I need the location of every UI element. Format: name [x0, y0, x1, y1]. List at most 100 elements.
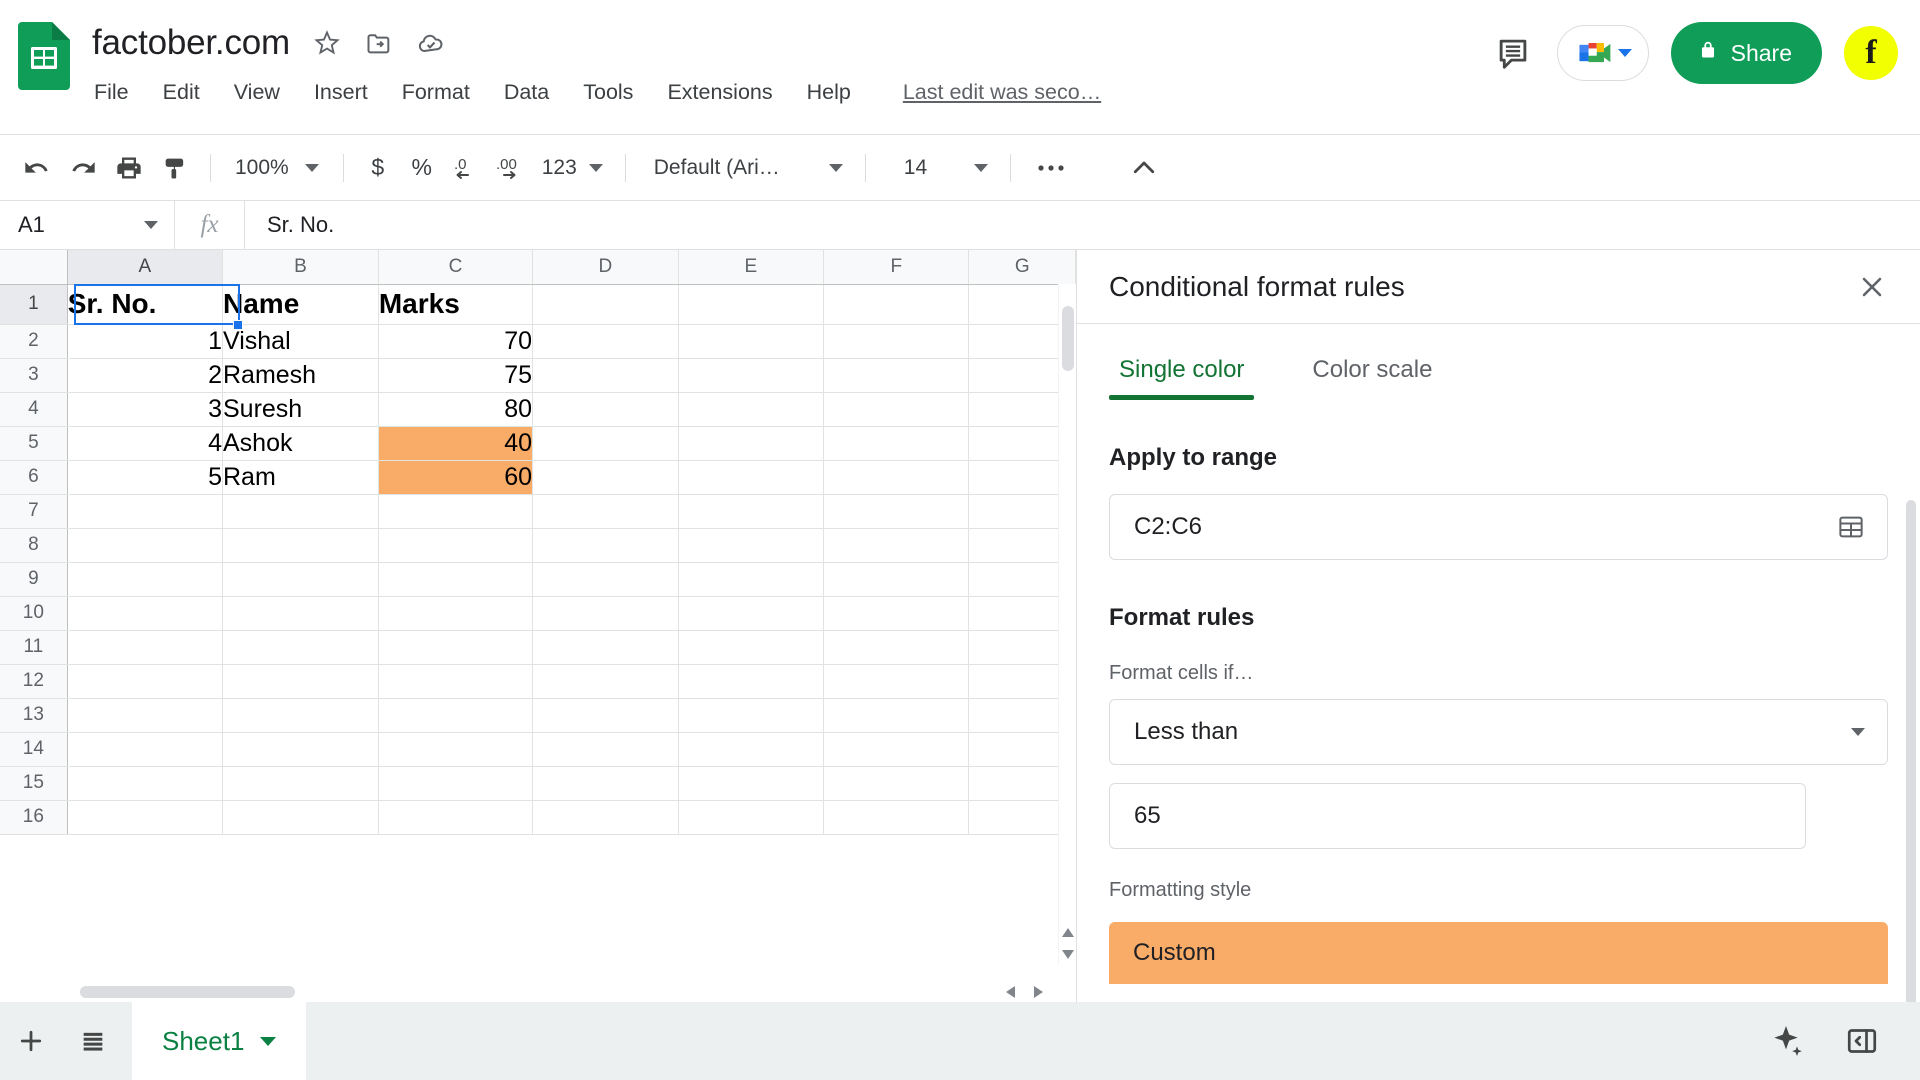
zoom-control[interactable]: 100% [223, 147, 331, 189]
cell-C13[interactable] [378, 698, 534, 733]
cell-B8[interactable] [222, 528, 379, 563]
column-header-c[interactable]: C [378, 250, 534, 285]
cell-E4[interactable] [678, 392, 825, 427]
increase-decimal-button[interactable]: .00 [490, 145, 536, 191]
cell-B7[interactable] [222, 494, 379, 529]
cell-C15[interactable] [378, 766, 534, 801]
cell-C4[interactable]: 80 [378, 392, 534, 427]
cell-B10[interactable] [222, 596, 379, 631]
cell-C7[interactable] [378, 494, 534, 529]
menu-insert[interactable]: Insert [312, 78, 370, 107]
menu-format[interactable]: Format [400, 78, 472, 107]
cell-E12[interactable] [678, 664, 825, 699]
cell-F1[interactable] [823, 284, 970, 325]
cell-E6[interactable] [678, 460, 825, 495]
grid-vertical-scrollbar[interactable] [1058, 284, 1076, 964]
column-header-a[interactable]: A [67, 250, 224, 285]
font-size-select[interactable]: 14 [878, 146, 998, 190]
cell-A13[interactable] [67, 698, 224, 733]
menu-view[interactable]: View [232, 78, 282, 107]
move-to-folder-icon[interactable] [364, 28, 394, 58]
grid-horizontal-scrollbar-thumb[interactable] [80, 986, 295, 998]
all-sheets-icon[interactable] [62, 1002, 124, 1080]
cell-C12[interactable] [378, 664, 534, 699]
cell-D4[interactable] [532, 392, 679, 427]
spreadsheet-grid[interactable]: A B C D E F G 1 Sr. No. Name Marks 2 1 Vishal 7… [0, 250, 1076, 1002]
cell-B3[interactable]: Ramesh [222, 358, 379, 393]
cell-E15[interactable] [678, 766, 825, 801]
cell-D14[interactable] [532, 732, 679, 767]
cell-E2[interactable] [678, 324, 825, 359]
condition-select[interactable]: Less than [1109, 699, 1888, 765]
cell-A12[interactable] [67, 664, 224, 699]
menu-file[interactable]: File [92, 78, 131, 107]
threshold-input[interactable]: 65 [1109, 783, 1806, 849]
more-options-icon[interactable] [1023, 145, 1079, 191]
cell-B5[interactable]: Ashok [222, 426, 379, 461]
cell-A1[interactable]: Sr. No. [67, 284, 224, 325]
cell-A3[interactable]: 2 [67, 358, 224, 393]
cell-C16[interactable] [378, 800, 534, 835]
cell-B6[interactable]: Ram [222, 460, 379, 495]
cell-E1[interactable] [678, 284, 825, 325]
more-formats-button[interactable]: 123 [536, 146, 613, 190]
cell-F8[interactable] [823, 528, 970, 563]
cell-E7[interactable] [678, 494, 825, 529]
last-edit-status[interactable]: Last edit was seco… [903, 80, 1101, 105]
row-header-14[interactable]: 14 [0, 732, 68, 767]
cell-A2[interactable]: 1 [67, 324, 224, 359]
cell-F16[interactable] [823, 800, 970, 835]
cell-A15[interactable] [67, 766, 224, 801]
row-header-15[interactable]: 15 [0, 766, 68, 801]
cloud-saved-icon[interactable] [416, 28, 446, 58]
cell-D2[interactable] [532, 324, 679, 359]
cell-B12[interactable] [222, 664, 379, 699]
cell-D11[interactable] [532, 630, 679, 665]
document-title[interactable]: factober.com [92, 23, 290, 63]
percent-format-button[interactable]: % [400, 145, 444, 191]
cell-E8[interactable] [678, 528, 825, 563]
cell-E9[interactable] [678, 562, 825, 597]
cell-D3[interactable] [532, 358, 679, 393]
cell-F14[interactable] [823, 732, 970, 767]
cell-C6[interactable]: 60 [378, 460, 534, 495]
column-header-g[interactable]: G [968, 250, 1076, 285]
cell-B16[interactable] [222, 800, 379, 835]
cell-F5[interactable] [823, 426, 970, 461]
cell-D16[interactable] [532, 800, 679, 835]
cell-C9[interactable] [378, 562, 534, 597]
cell-A10[interactable] [67, 596, 224, 631]
cell-A6[interactable]: 5 [67, 460, 224, 495]
menu-help[interactable]: Help [805, 78, 853, 107]
cell-C10[interactable] [378, 596, 534, 631]
row-header-11[interactable]: 11 [0, 630, 68, 665]
grid-horizontal-scrollbar[interactable] [74, 982, 996, 1002]
cell-A9[interactable] [67, 562, 224, 597]
cell-A11[interactable] [67, 630, 224, 665]
cell-E16[interactable] [678, 800, 825, 835]
cell-E13[interactable] [678, 698, 825, 733]
select-all-corner[interactable] [0, 250, 68, 285]
share-button[interactable]: Share [1670, 22, 1822, 84]
row-header-8[interactable]: 8 [0, 528, 68, 563]
cell-F9[interactable] [823, 562, 970, 597]
panel-vertical-scrollbar-thumb[interactable] [1906, 500, 1916, 1050]
cell-A8[interactable] [67, 528, 224, 563]
cell-E11[interactable] [678, 630, 825, 665]
column-header-b[interactable]: B [222, 250, 379, 285]
cell-B11[interactable] [222, 630, 379, 665]
column-header-d[interactable]: D [532, 250, 679, 285]
row-header-5[interactable]: 5 [0, 426, 68, 461]
font-family-select[interactable]: Default (Ari… [638, 146, 853, 190]
apply-to-range-input[interactable]: C2:C6 [1109, 494, 1888, 560]
scroll-down-icon[interactable] [1059, 944, 1076, 964]
sidebar-expand-icon[interactable] [1838, 1017, 1886, 1065]
cell-A14[interactable] [67, 732, 224, 767]
cell-F4[interactable] [823, 392, 970, 427]
menu-extensions[interactable]: Extensions [665, 78, 774, 107]
print-icon[interactable] [106, 145, 152, 191]
cell-D12[interactable] [532, 664, 679, 699]
row-header-9[interactable]: 9 [0, 562, 68, 597]
row-header-4[interactable]: 4 [0, 392, 68, 427]
cell-C8[interactable] [378, 528, 534, 563]
